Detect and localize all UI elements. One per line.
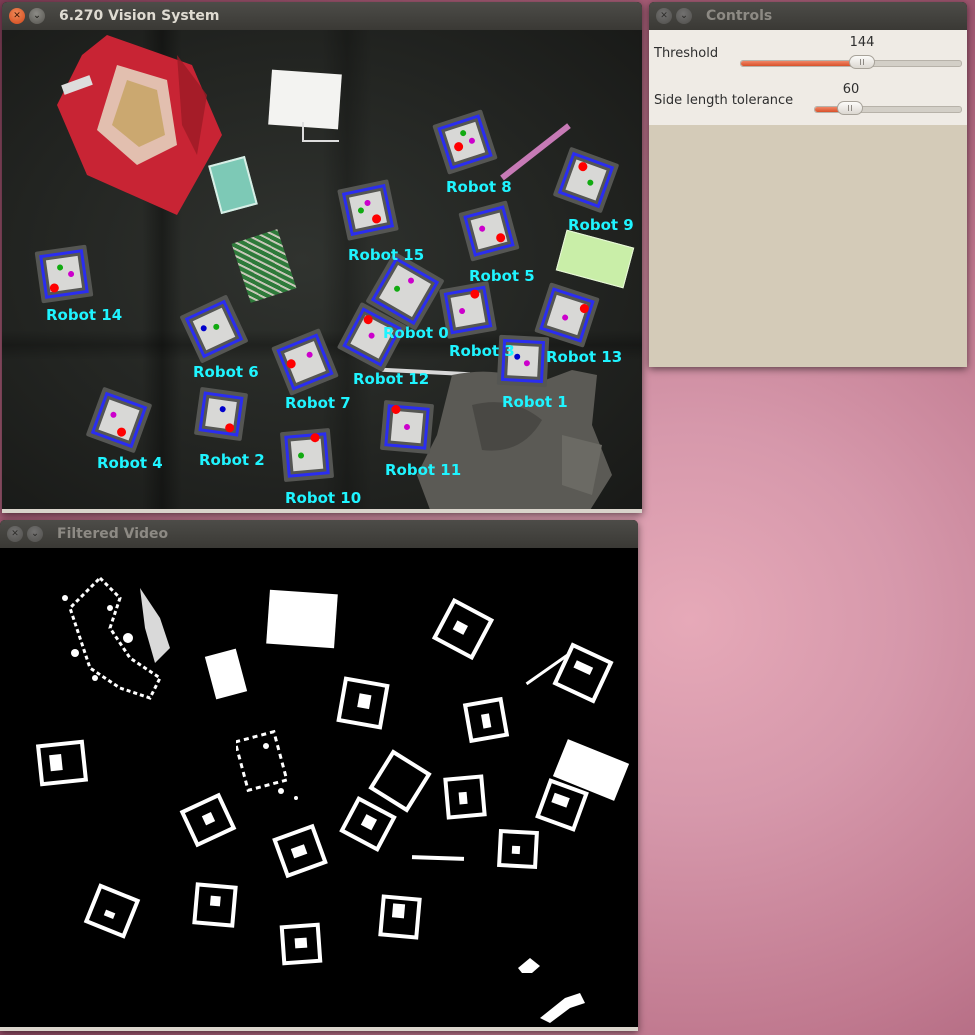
- minimize-icon[interactable]: ⌄: [676, 8, 692, 24]
- robot-label: Robot 14: [46, 306, 123, 324]
- controls-title: Controls: [706, 8, 773, 24]
- robot-label: Robot 5: [469, 267, 535, 285]
- robot-label: Robot 6: [193, 363, 259, 381]
- close-icon[interactable]: ✕: [656, 8, 672, 24]
- camera-view: Robot 8 Robot 9 Robot 15 Robot 5 Robot 1…: [2, 30, 642, 513]
- robot-label: Robot 13: [546, 348, 623, 366]
- marker-blob: [192, 882, 238, 928]
- marker-blob: [179, 792, 237, 848]
- filtered-title: Filtered Video: [57, 526, 169, 542]
- robot-label: Robot 10: [285, 489, 362, 507]
- robot-label: Robot 9: [568, 216, 634, 234]
- marker-blob: [497, 828, 539, 870]
- circuit-board-blob: [236, 729, 298, 800]
- close-icon[interactable]: ✕: [7, 526, 23, 542]
- robot-label: Robot 11: [385, 461, 462, 479]
- side-tolerance-label: Side length tolerance: [654, 93, 794, 108]
- threshold-label: Threshold: [654, 46, 719, 61]
- robot-marker: [458, 200, 520, 262]
- filtered-titlebar[interactable]: ✕ ⌄ Filtered Video: [0, 520, 638, 548]
- marker-blob: [462, 696, 510, 744]
- vision-title: 6.270 Vision System: [59, 8, 220, 24]
- noise-blob: [62, 575, 170, 700]
- robot-label: Robot 2: [199, 451, 265, 469]
- robot-marker: [279, 427, 335, 483]
- filtered-view: [0, 548, 638, 1031]
- threshold-slider-fill: [741, 61, 862, 66]
- robot-marker: [432, 109, 498, 175]
- screwdriver-blob: [411, 855, 465, 861]
- threshold-value: 144: [849, 35, 875, 50]
- marker-blob: [431, 597, 495, 661]
- marker-blob: [83, 883, 141, 939]
- controls-panel: Threshold 144 Side length tolerance 60: [649, 30, 967, 125]
- robot-marker: [193, 386, 249, 442]
- marker-blob: [336, 676, 390, 730]
- robot-label: Robot 8: [446, 178, 512, 196]
- robot-label: Robot 7: [285, 394, 351, 412]
- side-tolerance-slider[interactable]: [814, 101, 962, 115]
- white-card-blob: [266, 589, 338, 649]
- controls-titlebar[interactable]: ✕ ⌄ Controls: [649, 2, 967, 30]
- robot-marker: [34, 244, 94, 304]
- close-icon[interactable]: ✕: [9, 8, 25, 24]
- white-card-image: [268, 69, 342, 130]
- vision-window: ✕ ⌄ 6.270 Vision System Robot 8 Robot 9 …: [2, 2, 642, 513]
- window-border: [2, 509, 642, 513]
- marker-blob: [378, 894, 422, 940]
- minimize-icon[interactable]: ⌄: [27, 526, 43, 542]
- robot-label: Robot 3: [449, 342, 515, 360]
- robot-label: Robot 0: [383, 324, 449, 342]
- vision-titlebar[interactable]: ✕ ⌄ 6.270 Vision System: [2, 2, 642, 30]
- threshold-slider-thumb[interactable]: [849, 55, 875, 69]
- green-box-image: [555, 229, 635, 289]
- marker-blob: [339, 796, 397, 852]
- marker-blob: [279, 922, 323, 966]
- robot-label: Robot 12: [353, 370, 430, 388]
- marker-blob: [272, 823, 328, 879]
- robot-marker: [337, 179, 399, 241]
- marker-blob: [443, 774, 487, 820]
- circuit-board-image: [231, 229, 297, 303]
- cloth-image: [417, 370, 612, 513]
- robot-label: Robot 15: [348, 246, 425, 264]
- box-blob: [204, 648, 248, 700]
- robot-label: Robot 4: [97, 454, 163, 472]
- side-tolerance-value: 60: [842, 82, 860, 97]
- marker-blob: [35, 739, 89, 787]
- marker-blob: [552, 642, 614, 704]
- threshold-slider[interactable]: [740, 55, 962, 69]
- robot-marker: [379, 399, 435, 455]
- controls-window: ✕ ⌄ Controls Threshold 144 Side length t…: [649, 2, 967, 367]
- chip-bag-image: [57, 35, 222, 215]
- filtered-window: ✕ ⌄ Filtered Video: [0, 520, 638, 1031]
- robot-label: Robot 1: [502, 393, 568, 411]
- side-tolerance-slider-thumb[interactable]: [837, 101, 864, 115]
- window-border: [0, 1027, 638, 1031]
- marker-blob: [368, 749, 432, 813]
- minimize-icon[interactable]: ⌄: [29, 8, 45, 24]
- cable-image: [302, 122, 339, 142]
- robot-marker: [552, 146, 620, 214]
- cloth-blob: [518, 958, 585, 1023]
